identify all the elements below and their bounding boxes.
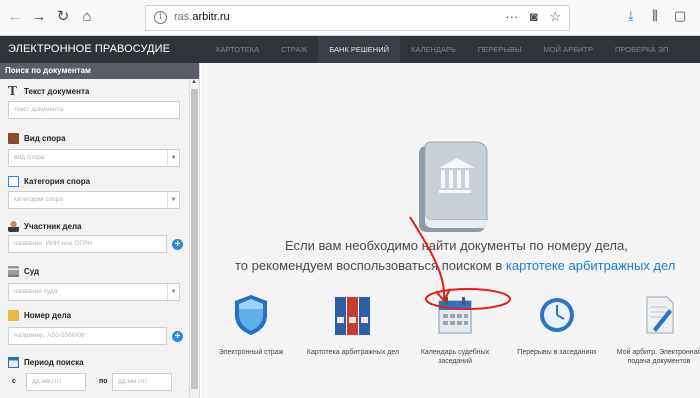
participant-input[interactable]: название, ИНН или ОГРН <box>8 235 167 253</box>
service-electronic-guard[interactable]: Электронный страж <box>201 293 301 357</box>
category-icon <box>8 176 19 187</box>
book-icon <box>8 133 19 144</box>
clock-icon <box>540 298 574 332</box>
more-icon[interactable]: ··· <box>505 9 518 24</box>
nav-kalendar[interactable]: КАЛЕНДАРЬ <box>400 36 467 63</box>
main-content: Если вам необходимо найти документы по н… <box>201 63 700 398</box>
library-icon[interactable]: ⫼ <box>652 8 658 24</box>
nav-bank-resheniy[interactable]: БАНК РЕШЕНИЙ <box>318 36 400 63</box>
period-to-input[interactable]: дд.мм.гггг <box>112 373 172 391</box>
star-icon[interactable]: ☆ <box>549 9 561 24</box>
sidebar-icon[interactable]: ▢ <box>674 8 686 24</box>
back-icon[interactable]: ← <box>6 8 24 26</box>
reload-icon[interactable]: ↻ <box>54 8 72 26</box>
case-number-label: Номер дела <box>8 310 71 321</box>
url-text: ras.arbitr.ru <box>174 11 230 23</box>
case-file-link[interactable]: картотеке арбитражных дел <box>506 258 676 273</box>
dispute-type-label: Вид спора <box>8 133 66 144</box>
chevron-down-icon: ▼ <box>167 150 179 166</box>
annotation-arrow <box>409 216 511 310</box>
service-breaks[interactable]: Перерывы в заседаниях <box>507 293 607 357</box>
chevron-down-icon: ▼ <box>167 192 179 208</box>
case-number-input[interactable]: например, А50-5568/08 <box>8 327 167 345</box>
main-nav: КАРТОТЕКА СТРАЖ БАНК РЕШЕНИЙ КАЛЕНДАРЬ П… <box>205 36 679 63</box>
download-icon[interactable]: ⤓ <box>628 8 634 24</box>
user-icon <box>8 221 19 232</box>
info-icon[interactable]: i <box>154 11 167 24</box>
nav-pereryvy[interactable]: ПЕРЕРЫВЫ <box>467 36 533 63</box>
nav-moy-arbitr[interactable]: МОЙ АРБИТР <box>533 36 604 63</box>
nav-strazh[interactable]: СТРАЖ <box>270 36 318 63</box>
dispute-category-select[interactable]: категория спора ▼ <box>8 191 180 209</box>
add-case-number-button[interactable]: + <box>172 331 183 342</box>
period-label: Период поиска <box>8 357 84 368</box>
pocket-icon[interactable]: ◙ <box>530 9 538 24</box>
text-field-label: T Текст документа <box>8 84 90 98</box>
period-from-label: с <box>12 378 16 385</box>
sidebar-title: Поиск по документам <box>0 63 199 79</box>
scroll-up-icon[interactable]: ▲ <box>191 79 197 85</box>
sidebar-scrollbar[interactable]: ▲ <box>189 79 199 398</box>
court-select[interactable]: название суда ▼ <box>8 283 180 301</box>
search-sidebar: Поиск по документам T Текст документа те… <box>0 63 200 398</box>
site-logo[interactable]: ЭЛЕКТРОННОЕ ПРАВОСУДИЕ <box>8 43 170 55</box>
court-icon <box>8 266 19 277</box>
site-header: ЭЛЕКТРОННОЕ ПРАВОСУДИЕ КАРТОТЕКА СТРАЖ Б… <box>0 36 700 63</box>
court-label: Суд <box>8 266 39 277</box>
nav-proverka-ep[interactable]: ПРОВЕРКА ЭП <box>604 36 679 63</box>
scrollbar-thumb[interactable] <box>191 89 198 389</box>
period-to-label: по <box>99 378 108 385</box>
binders-icon <box>335 297 370 335</box>
forward-icon[interactable]: → <box>30 8 48 26</box>
service-case-files[interactable]: Картотека арбитражных дел <box>303 293 403 357</box>
dispute-type-select[interactable]: вид спора ▼ <box>8 149 180 167</box>
service-my-arbitr[interactable]: Мой арбитр. Электронная подача документо… <box>609 293 700 366</box>
url-bar[interactable]: i ras.arbitr.ru ··· ◙ ☆ <box>145 5 570 31</box>
calendar-small-icon <box>8 357 19 368</box>
period-from-input[interactable]: дд.мм.гггг <box>26 373 86 391</box>
text-icon: T <box>8 84 17 98</box>
chevron-down-icon: ▼ <box>167 284 179 300</box>
folder-icon <box>8 310 19 321</box>
document-icon <box>646 296 674 334</box>
browser-toolbar: ← → ↻ ⌂ i ras.arbitr.ru ··· ◙ ☆ ⤓ ⫼ ▢ <box>0 0 700 36</box>
add-participant-button[interactable]: + <box>172 239 183 250</box>
document-text-input[interactable]: текст документа <box>8 101 180 119</box>
shield-icon <box>235 295 267 335</box>
dispute-category-label: Категория спора <box>8 176 90 187</box>
participant-label: Участник дела <box>8 221 81 232</box>
home-icon[interactable]: ⌂ <box>78 8 96 26</box>
nav-kartoteka[interactable]: КАРТОТЕКА <box>205 36 270 63</box>
